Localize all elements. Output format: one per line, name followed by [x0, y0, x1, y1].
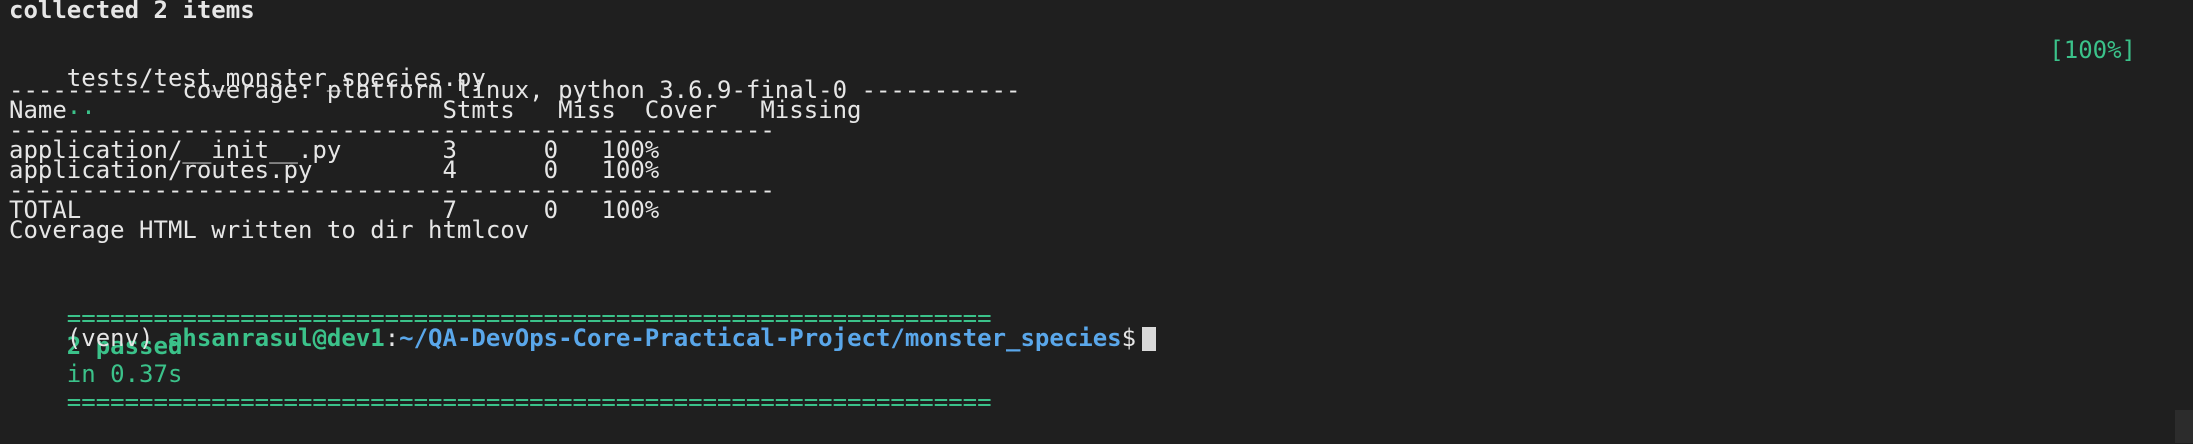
progress-percent: [100%]	[2049, 36, 2136, 64]
summary-time: in 0.37s	[66, 360, 183, 388]
text-cursor[interactable]	[1142, 327, 1157, 351]
coverage-html-message: Coverage HTML written to dir htmlcov	[9, 216, 530, 244]
prompt-venv: (venv)	[66, 324, 168, 352]
shell-prompt[interactable]: (venv) ahsanrasul@dev1:~/QA-DevOps-Core-…	[9, 296, 1157, 352]
summary-rule-right: ========================================…	[66, 388, 992, 416]
prompt-symbol: $	[1121, 324, 1137, 352]
prompt-user-host: ahsanrasul@dev1	[167, 324, 385, 352]
test-result-line: tests/test_monster_species.py ..	[9, 36, 486, 120]
collected-line: collected 2 items	[9, 0, 255, 24]
prompt-colon: :	[384, 324, 400, 352]
terminal-window[interactable]: collected 2 items tests/test_monster_spe…	[0, 0, 2193, 443]
scrollbar[interactable]	[2175, 410, 2193, 443]
prompt-path: ~/QA-DevOps-Core-Practical-Project/monst…	[399, 324, 1122, 352]
